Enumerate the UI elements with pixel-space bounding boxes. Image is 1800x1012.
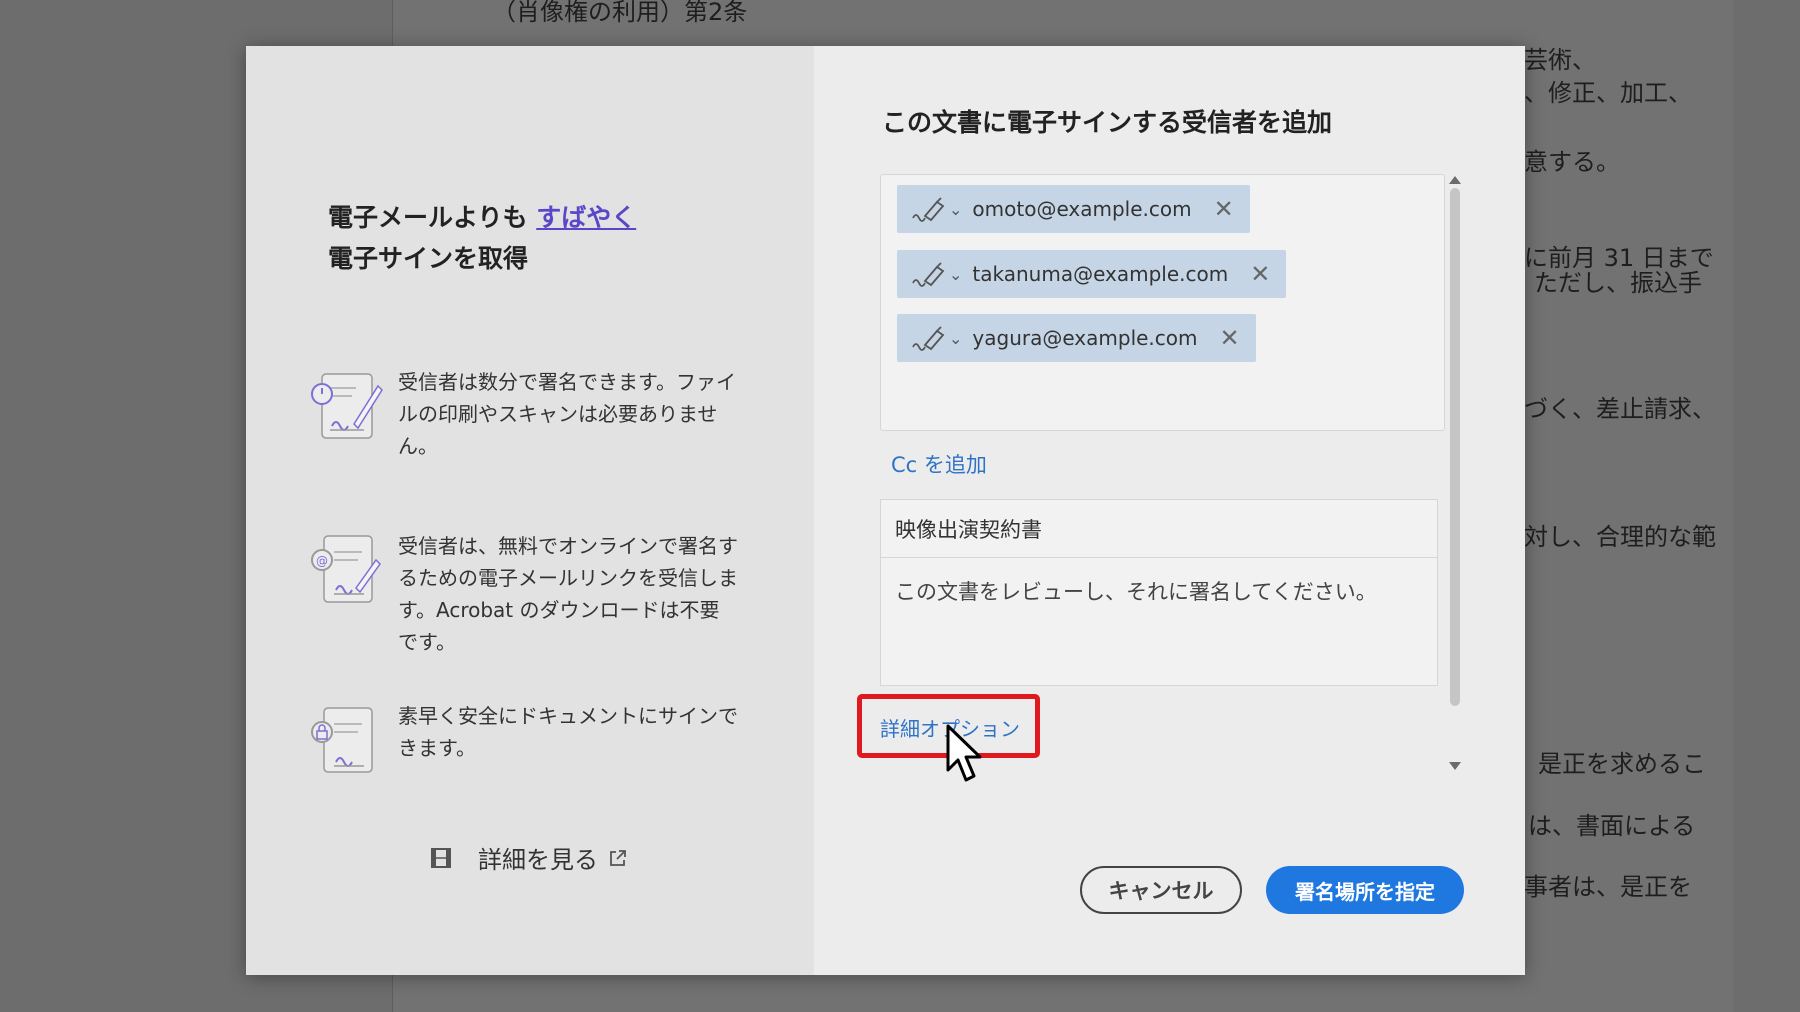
sign-timer-icon <box>311 373 383 439</box>
recipient-email: takanuma@example.com <box>972 262 1229 286</box>
bg-text-line: づく、差止請求、 <box>1524 395 1716 423</box>
feature-text: 受信者は数分で署名できます。ファイルの印刷やスキャンは必要ありません。 <box>398 370 736 458</box>
info-panel: 電子メールよりも すばやく 電子サインを取得 受信者は数分で署名できます。ファイ… <box>246 46 814 975</box>
remove-recipient-icon[interactable]: ✕ <box>1220 324 1240 352</box>
recipients-field[interactable]: ⌄ omoto@example.com ✕ ⌄ takanuma@example… <box>880 174 1445 431</box>
bg-text-line: 芸術、 <box>1524 46 1596 74</box>
recipient-email: yagura@example.com <box>972 326 1198 350</box>
bg-text-line: 是正を求めるこ <box>1538 750 1706 778</box>
remove-recipient-icon[interactable]: ✕ <box>1250 260 1270 288</box>
cancel-button[interactable]: キャンセル <box>1080 866 1242 914</box>
subject-field[interactable]: 映像出演契約書 <box>880 499 1438 557</box>
learn-more-link[interactable]: 詳細を見る <box>430 840 628 875</box>
mouse-cursor-icon <box>946 724 982 782</box>
feature-text: 受信者は、無料でオンラインで署名するための電子メールリンクを受信します。Acro… <box>398 534 738 654</box>
recipient-chip[interactable]: ⌄ takanuma@example.com ✕ <box>897 250 1287 298</box>
recipient-chip[interactable]: ⌄ omoto@example.com ✕ <box>897 185 1250 233</box>
feature-item: 受信者は数分で署名できます。ファイルの印刷やスキャンは必要ありません。 <box>308 366 748 462</box>
recipient-email: omoto@example.com <box>972 197 1192 221</box>
bg-text-line: は、書面による <box>1528 812 1696 840</box>
feature-item: @ 受信者は、無料でオンラインで署名するための電子メールリンクを受信します。Ac… <box>308 530 748 658</box>
bg-text-line: 意する。 <box>1524 148 1620 176</box>
chevron-down-icon[interactable]: ⌄ <box>949 265 962 284</box>
learn-more-label[interactable]: 詳細を見る <box>478 840 598 875</box>
bg-text-line: ただし、振込手 <box>1534 269 1702 297</box>
dialog-title: この文書に電子サインする受信者を追加 <box>882 108 1333 137</box>
remove-recipient-icon[interactable]: ✕ <box>1214 195 1234 223</box>
chevron-down-icon[interactable]: ⌄ <box>949 200 962 219</box>
scroll-down-arrow-icon[interactable] <box>1449 762 1461 770</box>
add-cc-link[interactable]: Cc を追加 <box>891 449 987 479</box>
signer-role-icon[interactable] <box>907 259 947 289</box>
headline-prefix: 電子メールよりも <box>328 203 537 232</box>
bg-text-line: 、修正、加工、 <box>1524 79 1692 107</box>
external-link-icon <box>610 849 626 866</box>
bg-text-line: （肖像権の利用）第2条 <box>492 0 748 26</box>
signer-role-icon[interactable] <box>907 194 947 224</box>
subject-value: 映像出演契約書 <box>895 517 1042 542</box>
sign-lock-icon <box>311 707 373 773</box>
headline: 電子メールよりも すばやく 電子サインを取得 <box>328 197 636 279</box>
feature-item: 素早く安全にドキュメントにサインできます。 <box>308 700 748 778</box>
feature-text: 素早く安全にドキュメントにサインできます。 <box>398 704 738 760</box>
message-field[interactable]: この文書をレビューし、それに署名してください。 <box>880 557 1438 686</box>
chevron-down-icon[interactable]: ⌄ <box>949 329 962 348</box>
signer-role-icon[interactable] <box>907 323 947 353</box>
specify-signature-location-button[interactable]: 署名場所を指定 <box>1266 866 1464 914</box>
bg-text-line: 事者は、是正を <box>1524 873 1692 901</box>
sign-email-icon: @ <box>311 535 381 603</box>
svg-text:@: @ <box>316 554 328 568</box>
headline-link[interactable]: すばやく <box>536 203 636 232</box>
message-value: この文書をレビューし、それに署名してください。 <box>895 580 1377 604</box>
scrollbar-thumb[interactable] <box>1450 188 1460 706</box>
headline-line2: 電子サインを取得 <box>328 244 529 273</box>
bg-text-line: 対し、合理的な範 <box>1524 523 1716 551</box>
scroll-up-arrow-icon[interactable] <box>1449 176 1461 184</box>
recipient-chip[interactable]: ⌄ yagura@example.com ✕ <box>897 314 1256 362</box>
video-icon <box>431 847 451 868</box>
